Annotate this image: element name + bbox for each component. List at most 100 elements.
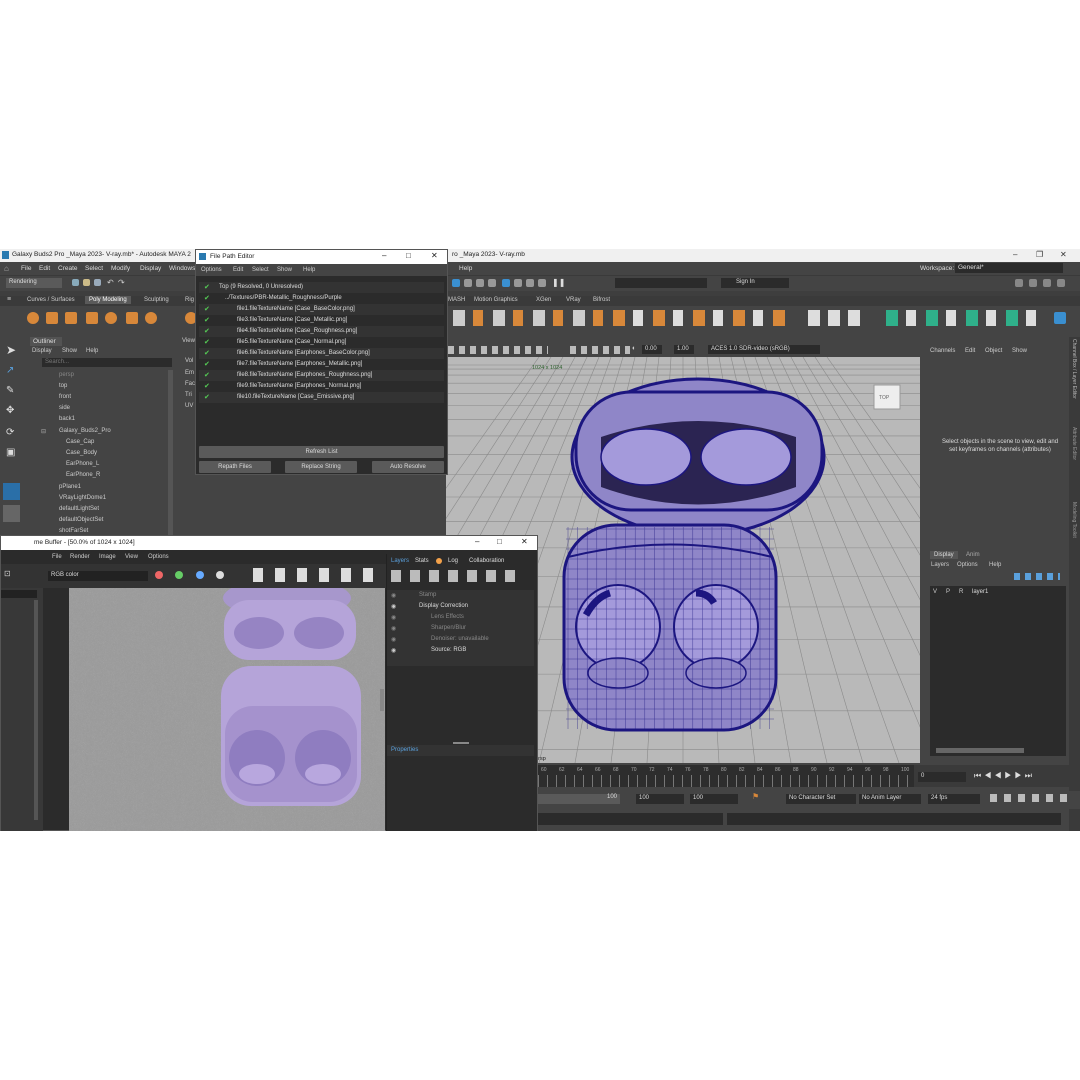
mode-dropdown[interactable]: Rendering xyxy=(6,278,62,288)
poly-plane-icon[interactable] xyxy=(126,312,138,324)
refresh-list-button[interactable]: Refresh List xyxy=(199,446,444,458)
outliner-menu-show[interactable]: Show xyxy=(62,348,77,354)
fps-dropdown[interactable]: 24 fps xyxy=(928,794,980,804)
vfb-layer-sharpen[interactable]: Sharpen/Blur xyxy=(431,625,466,631)
expand-icon[interactable]: ⊟ xyxy=(41,428,46,435)
render-settings-icon[interactable] xyxy=(526,279,534,287)
side-tab-channel-box[interactable]: Channel Box / Layer Editor xyxy=(1071,339,1077,399)
four-view-layout-icon[interactable] xyxy=(3,505,20,522)
blue-channel-icon[interactable] xyxy=(196,571,204,579)
close-icon[interactable]: ✕ xyxy=(1060,250,1067,259)
outliner-item-side[interactable]: side xyxy=(59,405,70,411)
range-end-field[interactable]: 100 xyxy=(636,794,684,804)
shelf-cut-icons[interactable] xyxy=(808,310,864,326)
paint-tool-icon[interactable]: ✎ xyxy=(6,385,14,396)
layer-playback-toggle[interactable]: P xyxy=(946,589,950,595)
outliner-item-group[interactable]: Galaxy_Buds2_Pro xyxy=(59,428,111,434)
minimize-icon[interactable]: – xyxy=(1013,250,1017,259)
playback-controls-icons[interactable]: ⏮◀◀▶▶⏭ xyxy=(974,771,1035,781)
minimize-icon[interactable]: – xyxy=(475,537,479,546)
outliner-item-shot-set[interactable]: shotFarSet xyxy=(59,528,88,534)
eye-icon[interactable]: ◉ xyxy=(391,592,396,599)
history-filter-field[interactable] xyxy=(1,590,37,598)
gamma-field[interactable]: 1.00 xyxy=(674,345,694,354)
layer-action-icons[interactable] xyxy=(1014,573,1060,580)
layer-scrollbar[interactable] xyxy=(936,748,1024,753)
layer-tool-icons[interactable] xyxy=(391,570,519,582)
layer-tab-display[interactable]: Display xyxy=(930,551,958,559)
menu-help[interactable]: Help xyxy=(459,265,472,272)
shelf-tab-rig[interactable]: Rig xyxy=(185,297,194,303)
outliner-item-light-dome[interactable]: VRayLightDome1 xyxy=(59,495,106,501)
fb-menu-file[interactable]: File xyxy=(52,554,62,560)
vfb-layer-denoiser[interactable]: Denoiser: unavailable xyxy=(431,636,489,642)
maximize-icon[interactable]: □ xyxy=(497,537,502,546)
layout-icons[interactable] xyxy=(1015,279,1075,288)
file-path-row[interactable]: ✔ file1.fileTextureName [Case_BaseColor.p… xyxy=(199,304,444,315)
outliner-item-object-set[interactable]: defaultObjectSet xyxy=(59,517,103,523)
channels-menu-show[interactable]: Show xyxy=(1012,348,1027,354)
shelf-tab-xgen[interactable]: XGen xyxy=(536,297,551,303)
mel-command-line[interactable] xyxy=(538,813,723,825)
menu-modify[interactable]: Modify xyxy=(111,265,130,272)
scale-tool-icon[interactable]: ▣ xyxy=(6,447,15,458)
timeline-track[interactable]: 60 62 64 66 68 70 72 74 76 78 80 82 84 8… xyxy=(538,765,914,787)
layer-menu-options[interactable]: Options xyxy=(957,562,978,568)
viewport-display-icons[interactable] xyxy=(570,346,630,354)
shelf-sculpt-icons[interactable] xyxy=(886,310,1044,326)
pause-icon[interactable]: ❚❚ xyxy=(552,278,565,287)
outliner-item-persp[interactable]: persp xyxy=(59,372,74,378)
save-scene-icon[interactable] xyxy=(94,279,101,286)
layout-four-icon[interactable] xyxy=(1029,279,1037,287)
side-tab-modeling-toolkit[interactable]: Modeling Toolkit xyxy=(1071,502,1077,538)
minimize-icon[interactable]: – xyxy=(382,251,386,260)
layer-tab-anim[interactable]: Anim xyxy=(966,552,980,558)
outliner-item-pplane1[interactable]: pPlane1 xyxy=(59,484,81,490)
close-icon[interactable]: ✕ xyxy=(431,251,438,260)
fpe-menu-edit[interactable]: Edit xyxy=(233,267,243,273)
outliner-item-light-set[interactable]: defaultLightSet xyxy=(59,506,99,512)
shelf-poly-edit-icons[interactable] xyxy=(613,310,793,326)
layer-menu-help[interactable]: Help xyxy=(989,562,1001,568)
outliner-item-back1[interactable]: back1 xyxy=(59,416,75,422)
eye-icon[interactable]: ◉ xyxy=(391,614,396,621)
shelf-tab-poly[interactable]: Poly Modeling xyxy=(85,296,131,304)
outliner-item-case-cap[interactable]: Case_Cap xyxy=(66,439,94,445)
auto-resolve-button[interactable]: Auto Resolve xyxy=(372,461,444,473)
replace-string-button[interactable]: Replace String xyxy=(285,461,357,473)
channel-dropdown[interactable]: RGB color xyxy=(48,571,148,581)
fb-tab-collaboration[interactable]: Collaboration xyxy=(469,558,504,564)
outliner-item-earphone-l[interactable]: EarPhone_L xyxy=(66,461,99,467)
undo-icon[interactable]: ↶ xyxy=(107,278,114,287)
menu-select[interactable]: Select xyxy=(85,265,103,272)
vfb-layer-lens-effects[interactable]: Lens Effects xyxy=(431,614,464,620)
snap-icons[interactable]: ❚❚ xyxy=(452,278,582,288)
outliner-scrollbar[interactable] xyxy=(168,370,173,537)
outliner-menu-help[interactable]: Help xyxy=(86,348,98,354)
file-path-row[interactable]: ✔ file9.fileTextureName [Earphones_Normal… xyxy=(199,381,444,392)
poly-sphere-icon[interactable] xyxy=(27,312,39,324)
shelf-settings-icon[interactable]: ≡ xyxy=(7,296,11,303)
file-path-row[interactable]: ✔ file10.fileTextureName [Case_Emissive.p… xyxy=(199,392,444,403)
maximize-icon[interactable]: □ xyxy=(406,251,411,260)
poly-cone-icon[interactable] xyxy=(86,312,98,324)
poly-cube-icon[interactable] xyxy=(46,312,58,324)
fb-menu-view[interactable]: View xyxy=(125,554,138,560)
anim-end-field[interactable]: 100 xyxy=(690,794,738,804)
channels-menu-object[interactable]: Object xyxy=(985,348,1002,354)
range-bar[interactable]: 100 xyxy=(538,794,620,804)
home-icon[interactable]: ⌂ xyxy=(4,264,9,273)
fpe-menu-options[interactable]: Options xyxy=(201,267,222,273)
fb-tab-log[interactable]: Log xyxy=(448,558,458,564)
frame-buffer-action-icons[interactable] xyxy=(253,568,378,582)
exposure-field[interactable]: 0.00 xyxy=(642,345,662,354)
lasso-tool-icon[interactable]: ↗ xyxy=(6,365,14,376)
file-path-row[interactable]: ✔ file5.fileTextureName [Case_Normal.png] xyxy=(199,337,444,348)
outliner-search-field[interactable]: Search... xyxy=(42,358,172,367)
time-slider[interactable]: 60 62 64 66 68 70 72 74 76 78 80 82 84 8… xyxy=(538,765,1080,787)
outliner-item-earphone-r[interactable]: EarPhone_R xyxy=(66,472,100,478)
shelf-tab-motion[interactable]: Motion Graphics xyxy=(474,297,518,303)
shelf-tab-bifrost[interactable]: Bifrost xyxy=(593,297,610,303)
layer-visible-toggle[interactable]: V xyxy=(933,589,937,595)
menu-windows[interactable]: Windows xyxy=(169,265,195,272)
